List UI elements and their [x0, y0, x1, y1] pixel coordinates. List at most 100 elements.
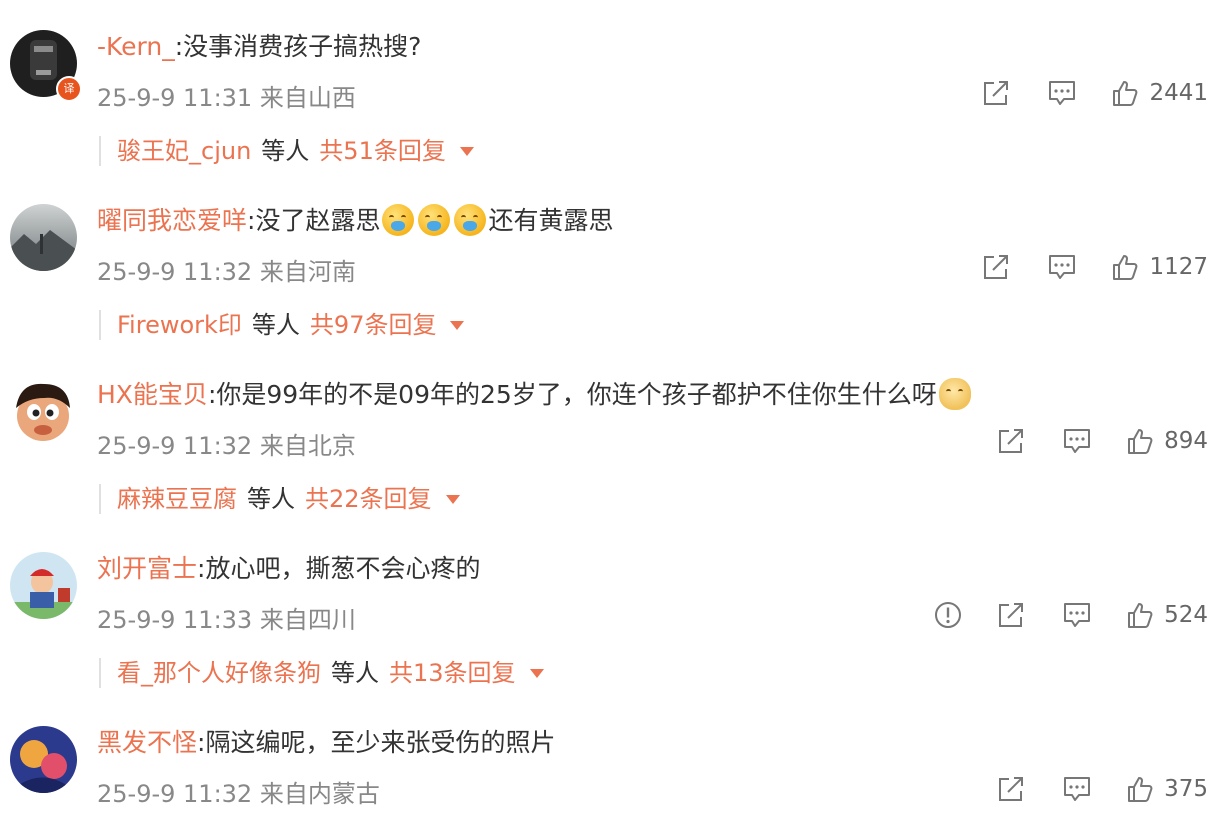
like-count: 375 [1164, 776, 1208, 802]
caret-down-icon [459, 147, 474, 156]
timestamp: 25-9-9 11:33 [97, 606, 253, 634]
like-count: 1127 [1149, 254, 1208, 280]
like-button[interactable]: 2441 [1111, 79, 1208, 107]
comment-icon [1064, 777, 1091, 801]
avatar[interactable] [10, 726, 77, 793]
caret-down-icon [445, 495, 460, 504]
reply-user[interactable]: 看_那个人好像条狗 [117, 659, 321, 687]
comment-icon [1064, 603, 1091, 627]
comment-actions: 894 [996, 424, 1208, 458]
username-link[interactable]: HX能宝贝 [97, 380, 208, 409]
comment-line: HX能宝贝:你是99年的不是09年的25岁了，你连个孩子都护不住你生什么呀 [97, 378, 973, 412]
comment-text: 没事消费孩子搞热搜? [183, 32, 422, 61]
location: 来自山西 [259, 84, 356, 112]
comment-button[interactable] [1047, 253, 1077, 281]
comment-line: -Kern_:没事消费孩子搞热搜? [97, 30, 421, 64]
share-button[interactable] [981, 252, 1011, 282]
comment-item: 黑发不怪:隔这编呢，至少来张受伤的照片 25-9-9 11:32 来自内蒙古 3… [0, 726, 1220, 824]
comment-item: 译 -Kern_:没事消费孩子搞热搜? 25-9-9 11:31 来自山西 24… [0, 30, 1220, 204]
replies-toggle[interactable]: 看_那个人好像条狗 等人 共13条回复 [99, 658, 544, 688]
reply-count[interactable]: 共51条回复 [319, 137, 446, 165]
location: 来自内蒙古 [259, 780, 380, 808]
like-icon [1128, 777, 1153, 802]
comment-text: 没了赵露思 [255, 206, 381, 235]
comment-line: 刘开富士:放心吧，撕葱不会心疼的 [97, 552, 480, 586]
timestamp: 25-9-9 11:31 [97, 84, 253, 112]
comment-item: HX能宝贝:你是99年的不是09年的25岁了，你连个孩子都护不住你生什么呀 25… [0, 378, 1220, 552]
comment-icon [1064, 429, 1091, 453]
like-button[interactable]: 375 [1126, 775, 1208, 803]
share-icon [984, 255, 1009, 279]
report-icon [935, 602, 962, 628]
location: 来自北京 [259, 432, 356, 460]
username-link[interactable]: 黑发不怪 [97, 728, 197, 757]
timestamp: 25-9-9 11:32 [97, 258, 253, 286]
comment-line: 黑发不怪:隔这编呢，至少来张受伤的照片 [97, 726, 555, 760]
share-icon [984, 81, 1009, 105]
crying-emoji-icon [418, 204, 451, 236]
avatar[interactable] [10, 552, 77, 619]
like-button[interactable]: 524 [1126, 601, 1208, 629]
crying-emoji-icon [382, 204, 415, 236]
comment-item: 曜同我恋爱咩:没了赵露思 还有黄露思 25-9-9 11:32 来自河南 1127… [0, 204, 1220, 378]
username-link[interactable]: 曜同我恋爱咩 [97, 206, 247, 235]
comment-actions: 524 [934, 598, 1208, 632]
comment-meta: 25-9-9 11:33 来自四川 [97, 600, 356, 635]
replies-toggle[interactable]: 骏王妃_cjun 等人 共51条回复 [99, 136, 474, 166]
reply-others: 等人 [331, 659, 379, 687]
reply-count[interactable]: 共97条回复 [310, 311, 437, 339]
caret-down-icon [529, 669, 544, 678]
share-button[interactable] [996, 600, 1026, 630]
comment-icon [1049, 81, 1076, 105]
comment-button[interactable] [1047, 79, 1077, 107]
like-count: 2441 [1149, 80, 1208, 106]
crying-emoji-icon [454, 204, 487, 236]
share-button[interactable] [996, 426, 1026, 456]
username-link[interactable]: 刘开富士 [97, 554, 197, 583]
like-icon [1113, 81, 1138, 106]
comment-button[interactable] [1062, 601, 1092, 629]
reply-user[interactable]: Firework印 [117, 311, 242, 339]
timestamp: 25-9-9 11:32 [97, 432, 253, 460]
like-button[interactable]: 894 [1126, 427, 1208, 455]
like-count: 524 [1164, 602, 1208, 628]
username-link[interactable]: -Kern_ [97, 32, 175, 61]
reply-count[interactable]: 共13条回复 [389, 659, 516, 687]
comment-item: 刘开富士:放心吧，撕葱不会心疼的 25-9-9 11:33 来自四川 524 看… [0, 552, 1220, 726]
reply-count[interactable]: 共22条回复 [305, 485, 432, 513]
reply-others: 等人 [261, 137, 310, 165]
reply-user[interactable]: 骏王妃_cjun [117, 137, 251, 165]
comment-button[interactable] [1062, 427, 1092, 455]
comment-actions: 2441 [981, 76, 1208, 110]
report-button[interactable] [934, 601, 962, 629]
share-icon [999, 429, 1024, 453]
reply-others: 等人 [251, 311, 300, 339]
reply-others: 等人 [247, 485, 295, 513]
comment-actions: 1127 [981, 250, 1208, 284]
location: 来自四川 [259, 606, 356, 634]
location: 来自河南 [259, 258, 356, 286]
comment-text: 放心吧，撕葱不会心疼的 [205, 554, 481, 583]
reply-user[interactable]: 麻辣豆豆腐 [117, 485, 237, 513]
comment-line: 曜同我恋爱咩:没了赵露思 还有黄露思 [97, 204, 613, 238]
share-icon [999, 777, 1024, 801]
comment-text-tail: 还有黄露思 [488, 206, 614, 235]
verified-badge: 译 [56, 76, 82, 102]
timestamp: 25-9-9 11:32 [97, 780, 253, 808]
like-icon [1128, 429, 1153, 454]
replies-toggle[interactable]: 麻辣豆豆腐 等人 共22条回复 [99, 484, 460, 514]
replies-toggle[interactable]: Firework印 等人 共97条回复 [99, 310, 465, 340]
comment-meta: 25-9-9 11:32 来自河南 [97, 252, 356, 287]
like-count: 894 [1164, 428, 1208, 454]
avatar[interactable] [10, 378, 77, 445]
like-icon [1128, 603, 1153, 628]
comment-icon [1049, 255, 1076, 279]
comment-text: 隔这编呢，至少来张受伤的照片 [205, 728, 556, 757]
share-button[interactable] [996, 774, 1026, 804]
comment-meta: 25-9-9 11:31 来自山西 [97, 78, 356, 113]
comment-button[interactable] [1062, 775, 1092, 803]
comment-meta: 25-9-9 11:32 来自北京 [97, 426, 356, 461]
share-button[interactable] [981, 78, 1011, 108]
like-button[interactable]: 1127 [1111, 253, 1208, 281]
avatar[interactable] [10, 204, 77, 271]
